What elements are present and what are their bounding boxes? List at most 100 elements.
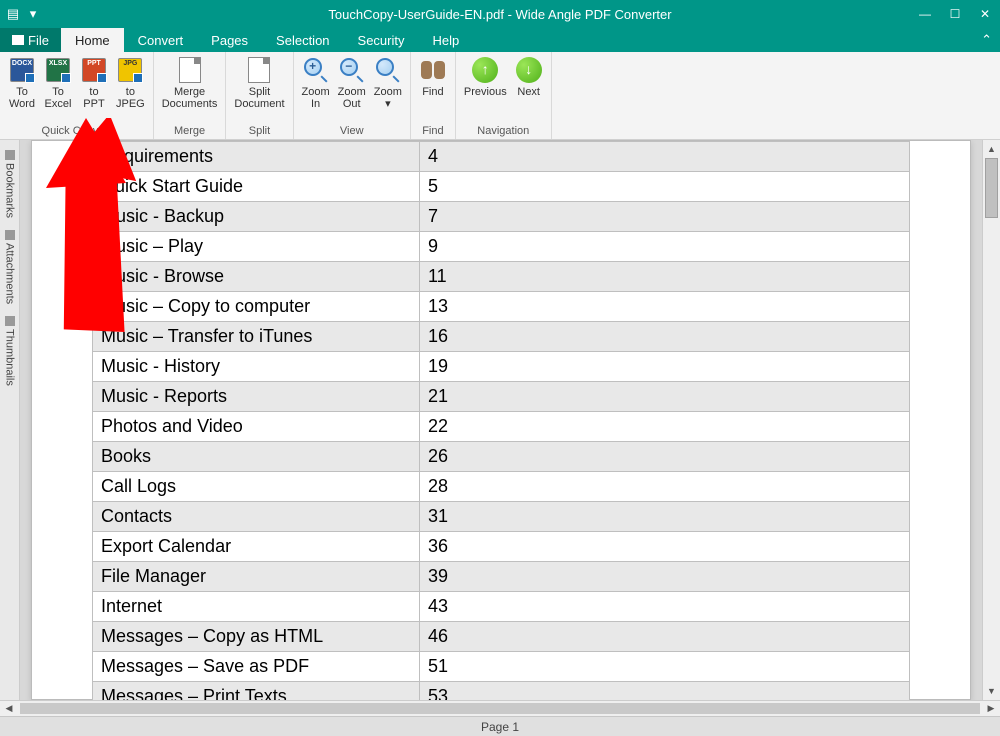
toc-page-cell: 51	[420, 652, 910, 682]
tab-selection[interactable]: Selection	[262, 28, 343, 52]
toc-page-cell: 13	[420, 292, 910, 322]
group-label: Merge	[158, 125, 222, 139]
find-label: Find	[422, 86, 443, 112]
table-row: Requirements4	[93, 142, 910, 172]
merge-documents-label: Merge Documents	[162, 86, 218, 112]
previous-label: Previous	[464, 86, 507, 112]
toc-page-cell: 16	[420, 322, 910, 352]
scroll-left-icon[interactable]: ◀	[0, 701, 18, 716]
toc-title-cell: Photos and Video	[93, 412, 420, 442]
to-excel-button[interactable]: XLSXTo Excel	[40, 54, 76, 125]
qat-dropdown-icon[interactable]: ▾	[26, 7, 40, 21]
toc-title-cell: Music – Transfer to iTunes	[93, 322, 420, 352]
find-button[interactable]: Find	[415, 54, 451, 125]
zoom-in-button[interactable]: +Zoom In	[298, 54, 334, 125]
group-label: Navigation	[460, 125, 547, 139]
toc-title-cell: Music – Play	[93, 232, 420, 262]
file-menu[interactable]: File	[0, 28, 61, 52]
toc-page-cell: 46	[420, 622, 910, 652]
next-button[interactable]: ↓Next	[511, 54, 547, 125]
toc-title-cell: Music - Backup	[93, 202, 420, 232]
ribbon: DOCXTo WordXLSXTo ExcelPPTto PPTJPGto JP…	[0, 52, 1000, 140]
tab-convert[interactable]: Convert	[124, 28, 198, 52]
to-excel-icon: XLSX	[44, 56, 72, 84]
tab-security[interactable]: Security	[344, 28, 419, 52]
toc-page-cell: 31	[420, 502, 910, 532]
zoom-out-button[interactable]: −Zoom Out	[334, 54, 370, 125]
toc-title-cell: Music – Copy to computer	[93, 292, 420, 322]
zoom-in-label: Zoom In	[302, 86, 330, 112]
zoom-label: Zoom ▾	[374, 86, 402, 112]
to-word-button[interactable]: DOCXTo Word	[4, 54, 40, 125]
document-viewport[interactable]: Requirements4Quick Start Guide5Music - B…	[20, 140, 982, 700]
toc-page-cell: 39	[420, 562, 910, 592]
toc-title-cell: Music - History	[93, 352, 420, 382]
ribbon-group-merge: Merge Documents Merge	[154, 52, 227, 139]
toc-page-cell: 21	[420, 382, 910, 412]
maximize-button[interactable]: ☐	[940, 0, 970, 28]
ribbon-group-split: Split DocumentSplit	[226, 52, 293, 139]
table-row: Contacts31	[93, 502, 910, 532]
toc-page-cell: 26	[420, 442, 910, 472]
window-title: TouchCopy-UserGuide-EN.pdf - Wide Angle …	[328, 7, 671, 22]
thumbnails-icon	[5, 316, 15, 326]
merge-documents-button[interactable]: Merge Documents	[158, 54, 222, 125]
table-row: Messages – Copy as HTML46	[93, 622, 910, 652]
find-icon	[419, 56, 447, 84]
zoom-out-icon: −	[338, 56, 366, 84]
table-row: Quick Start Guide5	[93, 172, 910, 202]
next-label: Next	[517, 86, 540, 112]
tab-home[interactable]: Home	[61, 28, 124, 52]
file-icon	[12, 35, 24, 45]
toc-page-cell: 22	[420, 412, 910, 442]
previous-button[interactable]: ↑Previous	[460, 54, 511, 125]
to-jpeg-button[interactable]: JPGto JPEG	[112, 54, 149, 125]
table-row: Music - Backup7	[93, 202, 910, 232]
status-page-label: Page 1	[481, 720, 519, 734]
close-button[interactable]: ✕	[970, 0, 1000, 28]
scroll-down-icon[interactable]: ▼	[983, 682, 1000, 700]
scroll-up-icon[interactable]: ▲	[983, 140, 1000, 158]
menu-bar: File HomeConvertPagesSelectionSecurityHe…	[0, 28, 1000, 52]
toc-title-cell: Export Calendar	[93, 532, 420, 562]
table-row: Books26	[93, 442, 910, 472]
horizontal-scrollbar[interactable]: ◀ ▶	[0, 700, 1000, 716]
toc-table: Requirements4Quick Start Guide5Music - B…	[92, 141, 910, 700]
zoom-button[interactable]: Zoom ▾	[370, 54, 406, 125]
tab-help[interactable]: Help	[419, 28, 474, 52]
toc-title-cell: File Manager	[93, 562, 420, 592]
group-label: Quick Convert	[4, 125, 149, 139]
vertical-scrollbar[interactable]: ▲ ▼	[982, 140, 1000, 700]
table-row: Music - Reports21	[93, 382, 910, 412]
toc-title-cell: Music - Reports	[93, 382, 420, 412]
table-row: Call Logs28	[93, 472, 910, 502]
toc-title-cell: Contacts	[93, 502, 420, 532]
toc-title-cell: Music - Browse	[93, 262, 420, 292]
ribbon-collapse-icon[interactable]: ⌃	[981, 28, 992, 52]
status-bar: Page 1	[0, 716, 1000, 736]
scroll-right-icon[interactable]: ▶	[982, 701, 1000, 716]
side-tab-bookmarks[interactable]: Bookmarks	[2, 144, 18, 224]
ribbon-group-find: Find Find	[411, 52, 456, 139]
toc-title-cell: Messages – Save as PDF	[93, 652, 420, 682]
split-document-button[interactable]: Split Document	[230, 54, 288, 125]
to-ppt-button[interactable]: PPTto PPT	[76, 54, 112, 125]
table-row: Internet43	[93, 592, 910, 622]
side-tab-label: Thumbnails	[4, 329, 16, 386]
to-ppt-label: to PPT	[83, 86, 104, 112]
side-tab-thumbnails[interactable]: Thumbnails	[2, 310, 18, 392]
hscroll-thumb[interactable]	[20, 703, 980, 714]
toc-page-cell: 7	[420, 202, 910, 232]
toc-page-cell: 43	[420, 592, 910, 622]
tab-pages[interactable]: Pages	[197, 28, 262, 52]
next-icon: ↓	[515, 56, 543, 84]
scroll-thumb[interactable]	[985, 158, 998, 218]
minimize-button[interactable]: —	[910, 0, 940, 28]
zoom-in-icon: +	[302, 56, 330, 84]
side-tab-attachments[interactable]: Attachments	[2, 224, 18, 310]
group-label: Find	[415, 125, 451, 139]
toc-page-cell: 4	[420, 142, 910, 172]
side-panel-tabs: BookmarksAttachments Thumbnails	[0, 140, 20, 700]
zoom-out-label: Zoom Out	[338, 86, 366, 112]
toc-page-cell: 19	[420, 352, 910, 382]
